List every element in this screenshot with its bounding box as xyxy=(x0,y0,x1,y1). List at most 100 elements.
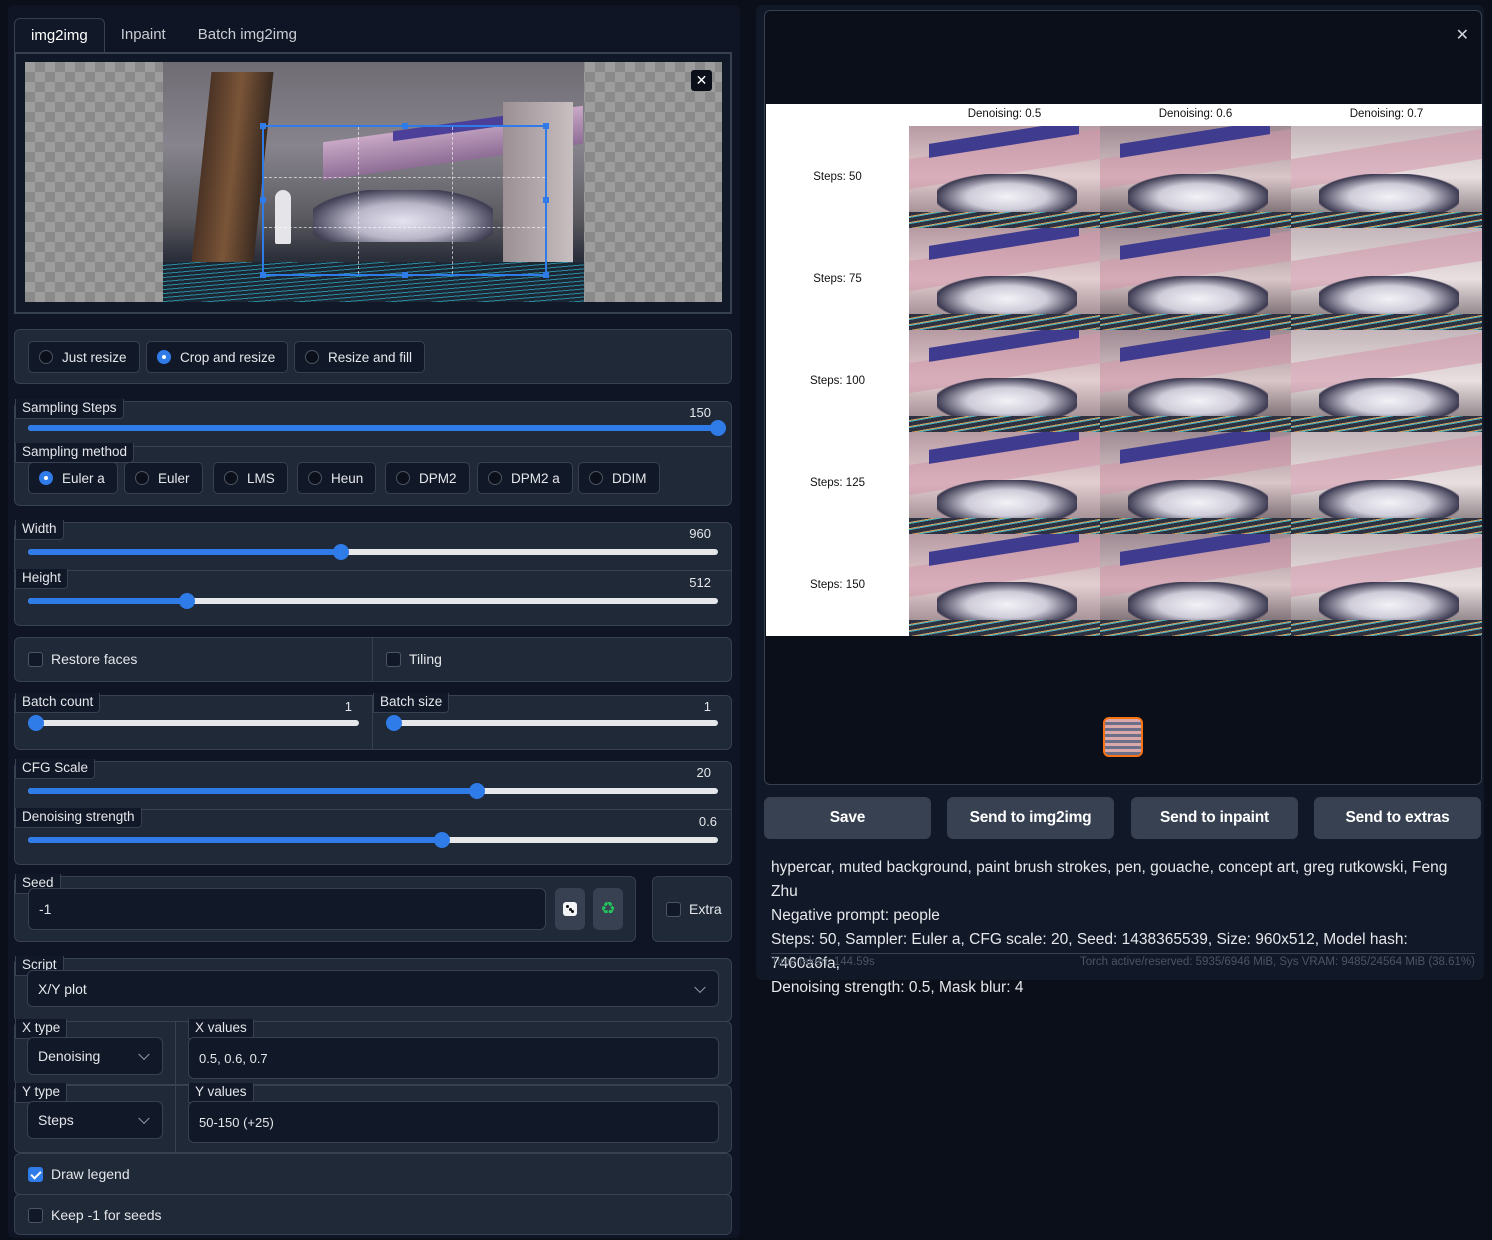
crop-handle[interactable] xyxy=(543,197,549,203)
radio-euler[interactable]: Euler xyxy=(124,462,203,494)
seed-input[interactable]: -1 xyxy=(28,888,546,930)
x-type-select[interactable]: Denoising xyxy=(27,1037,163,1075)
gallery-thumbnail[interactable] xyxy=(1103,717,1143,757)
radio-dpm2-a[interactable]: DPM2 a xyxy=(477,462,573,494)
width-value[interactable]: 960 xyxy=(651,526,711,541)
radio-lms[interactable]: LMS xyxy=(213,462,288,494)
image-canvas[interactable]: ✕ xyxy=(25,62,722,302)
mode-tabs: img2img Inpaint Batch img2img xyxy=(14,18,313,53)
width-slider[interactable] xyxy=(28,544,718,560)
crop-handle[interactable] xyxy=(260,197,266,203)
radio-indicator xyxy=(39,350,53,364)
grid-cell-image xyxy=(1100,228,1291,330)
radio-ddim[interactable]: DDIM xyxy=(578,462,660,494)
output-gallery: ✕ Denoising: 0.5 Denoising: 0.6 Denoisin… xyxy=(764,10,1482,785)
sampling-steps-value[interactable]: 150 xyxy=(651,405,711,420)
xy-plot-grid-image[interactable]: Denoising: 0.5 Denoising: 0.6 Denoising:… xyxy=(766,104,1482,636)
y-values-input[interactable]: 50-150 (+25) xyxy=(188,1101,719,1143)
denoising-strength-slider[interactable] xyxy=(28,832,718,848)
grid-column-header: Denoising: 0.7 xyxy=(1349,108,1424,120)
reuse-seed-button[interactable]: ♻ xyxy=(593,888,623,930)
grid-cell-image xyxy=(1291,228,1482,330)
restore-faces-checkbox[interactable] xyxy=(28,652,43,667)
y-type-select[interactable]: Steps xyxy=(27,1101,163,1139)
close-icon[interactable]: ✕ xyxy=(1456,25,1469,45)
y-axis-group: Y type Steps Y values 50-150 (+25) xyxy=(14,1083,732,1153)
send-to-img2img-button[interactable]: Send to img2img xyxy=(947,797,1114,839)
radio-label: Crop and resize xyxy=(180,349,276,365)
radio-label: Just resize xyxy=(62,349,127,365)
height-slider[interactable] xyxy=(28,593,718,609)
x-values-input[interactable]: 0.5, 0.6, 0.7 xyxy=(188,1037,719,1079)
tab-img2img[interactable]: img2img xyxy=(14,18,105,53)
tiling-label: Tiling xyxy=(409,651,442,667)
radio-heun[interactable]: Heun xyxy=(297,462,377,494)
slider-thumb[interactable] xyxy=(386,715,402,731)
slider-thumb[interactable] xyxy=(178,593,195,609)
crop-handle[interactable] xyxy=(260,272,266,278)
slider-thumb[interactable] xyxy=(468,783,485,799)
grid-row-header: Steps: 100 xyxy=(810,375,865,387)
save-button[interactable]: Save xyxy=(764,797,931,839)
denoising-strength-value[interactable]: 0.6 xyxy=(657,814,717,829)
radio-just-resize[interactable]: Just resize xyxy=(28,341,140,373)
batch-size-value[interactable]: 1 xyxy=(651,699,711,714)
height-label: Height xyxy=(15,569,69,589)
random-seed-button[interactable] xyxy=(555,888,585,930)
slider-thumb[interactable] xyxy=(28,715,44,731)
radio-label: Heun xyxy=(331,470,364,486)
options-group: Restore faces Tiling xyxy=(14,637,732,682)
recycle-icon: ♻ xyxy=(600,899,616,918)
x-type-label: X type xyxy=(15,1019,68,1039)
batch-size-slider[interactable] xyxy=(386,715,718,731)
grid-column-header: Denoising: 0.5 xyxy=(967,108,1042,120)
sampling-method-label: Sampling method xyxy=(15,443,135,463)
radio-label: DPM2 xyxy=(419,470,457,486)
crop-handle[interactable] xyxy=(543,272,549,278)
radio-resize-and-fill[interactable]: Resize and fill xyxy=(294,341,426,373)
batch-count-slider[interactable] xyxy=(28,715,359,731)
radio-crop-and-resize[interactable]: Crop and resize xyxy=(146,341,289,373)
radio-label: Euler xyxy=(158,470,190,486)
grid-cell-image xyxy=(1100,126,1291,228)
vram-usage: Torch active/reserved: 5935/6946 MiB, Sy… xyxy=(1079,956,1475,968)
cfg-scale-value[interactable]: 20 xyxy=(651,765,711,780)
width-label: Width xyxy=(15,520,64,540)
slider-thumb[interactable] xyxy=(434,832,450,848)
dice-icon xyxy=(563,902,577,916)
batch-count-value[interactable]: 1 xyxy=(292,699,352,714)
height-value[interactable]: 512 xyxy=(651,575,711,590)
crop-handle[interactable] xyxy=(260,123,266,129)
cfg-scale-slider[interactable] xyxy=(28,783,718,799)
slider-thumb[interactable] xyxy=(333,544,350,560)
crop-selection[interactable] xyxy=(260,123,549,278)
grid-cell-image xyxy=(909,126,1100,228)
tab-batch-img2img[interactable]: Batch img2img xyxy=(182,18,313,53)
sampling-steps-slider[interactable] xyxy=(28,420,726,436)
output-panel: ✕ Denoising: 0.5 Denoising: 0.6 Denoisin… xyxy=(756,5,1484,996)
grid-row-header: Steps: 150 xyxy=(810,579,865,591)
tab-inpaint[interactable]: Inpaint xyxy=(105,18,182,53)
keep-seeds-checkbox[interactable] xyxy=(28,1208,43,1223)
extra-checkbox[interactable] xyxy=(666,902,681,917)
batch-size-label: Batch size xyxy=(373,693,450,713)
grid-cell-image xyxy=(909,432,1100,534)
radio-dpm2[interactable]: DPM2 xyxy=(385,462,470,494)
radio-label: Resize and fill xyxy=(328,349,413,365)
grid-cell-image xyxy=(1100,330,1291,432)
crop-handle[interactable] xyxy=(402,272,408,278)
crop-handle[interactable] xyxy=(543,123,549,129)
tiling-checkbox[interactable] xyxy=(386,652,401,667)
radio-euler-a[interactable]: Euler a xyxy=(28,462,118,494)
keep-seeds-group: Keep -1 for seeds xyxy=(14,1194,732,1235)
script-select[interactable]: X/Y plot xyxy=(27,970,719,1007)
grid-row-header: Steps: 50 xyxy=(813,171,862,183)
source-image-editor: ✕ xyxy=(14,52,732,314)
draw-legend-checkbox[interactable] xyxy=(28,1167,43,1182)
send-to-inpaint-button[interactable]: Send to inpaint xyxy=(1131,797,1298,839)
close-icon[interactable]: ✕ xyxy=(691,70,712,91)
grid-cell-image xyxy=(1100,432,1291,534)
crop-handle[interactable] xyxy=(402,123,408,129)
slider-thumb[interactable] xyxy=(710,420,726,436)
send-to-extras-button[interactable]: Send to extras xyxy=(1314,797,1481,839)
